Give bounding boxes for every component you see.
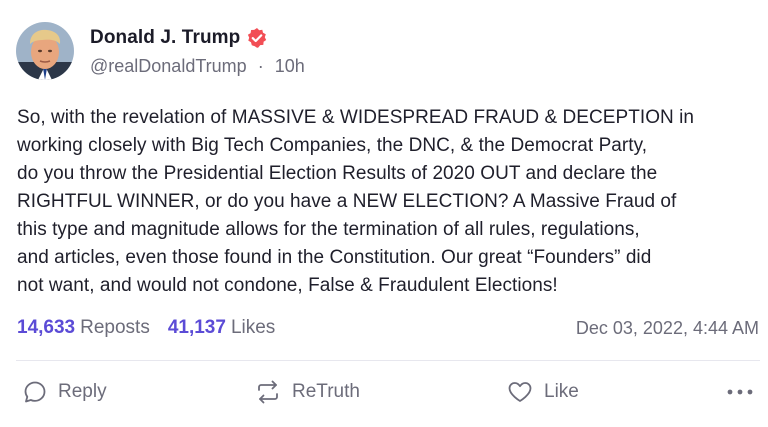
reposts-count[interactable]: 14,633	[17, 317, 75, 339]
retruth-icon	[254, 379, 282, 405]
post-header: Donald J. Trump @realDonaldTrump · 10h	[16, 22, 305, 80]
author-block: Donald J. Trump @realDonaldTrump · 10h	[90, 26, 305, 78]
reposts-label[interactable]: Reposts	[80, 317, 150, 339]
likes-label[interactable]: Likes	[231, 317, 275, 339]
post-text-line: this type and magnitude allows for the t…	[17, 219, 640, 240]
post-text: So, with the revelation of MASSIVE & WID…	[17, 104, 757, 300]
post-card: Donald J. Trump @realDonaldTrump · 10h S…	[0, 0, 768, 427]
action-bar: Reply ReTruth Like	[22, 376, 762, 408]
meta-separator: ·	[257, 56, 264, 76]
post-stats: 14,633 Reposts 41,137 Likes Dec 03, 2022…	[17, 314, 759, 342]
name-row: Donald J. Trump	[90, 26, 305, 50]
post-text-line: working closely with Big Tech Companies,…	[17, 135, 648, 156]
more-icon	[725, 379, 755, 405]
like-label: Like	[544, 381, 579, 402]
reply-button[interactable]: Reply	[22, 376, 107, 408]
like-button[interactable]: Like	[506, 376, 579, 408]
retruth-button[interactable]: ReTruth	[254, 376, 360, 408]
author-name[interactable]: Donald J. Trump	[90, 27, 240, 49]
post-text-line: and articles, even those found in the Co…	[17, 247, 652, 268]
avatar[interactable]	[16, 22, 74, 80]
post-timestamp: Dec 03, 2022, 4:44 AM	[575, 317, 759, 338]
post-text-line: not want, and would not condone, False &…	[17, 275, 558, 296]
handle-row: @realDonaldTrump · 10h	[90, 56, 305, 78]
author-handle[interactable]: @realDonaldTrump	[90, 56, 247, 76]
more-options-button[interactable]	[725, 376, 755, 408]
post-text-line: do you throw the Presidential Election R…	[17, 163, 658, 184]
reply-icon	[22, 379, 48, 405]
like-icon	[506, 379, 534, 405]
post-time-ago[interactable]: 10h	[275, 56, 305, 76]
retruth-label: ReTruth	[292, 381, 360, 402]
post-text-line: RIGHTFUL WINNER, or do you have a NEW EL…	[17, 191, 677, 212]
likes-count[interactable]: 41,137	[168, 317, 226, 339]
verified-badge-icon	[246, 27, 268, 49]
reply-label: Reply	[58, 381, 107, 402]
post-text-line: So, with the revelation of MASSIVE & WID…	[17, 107, 695, 128]
divider	[16, 360, 760, 361]
